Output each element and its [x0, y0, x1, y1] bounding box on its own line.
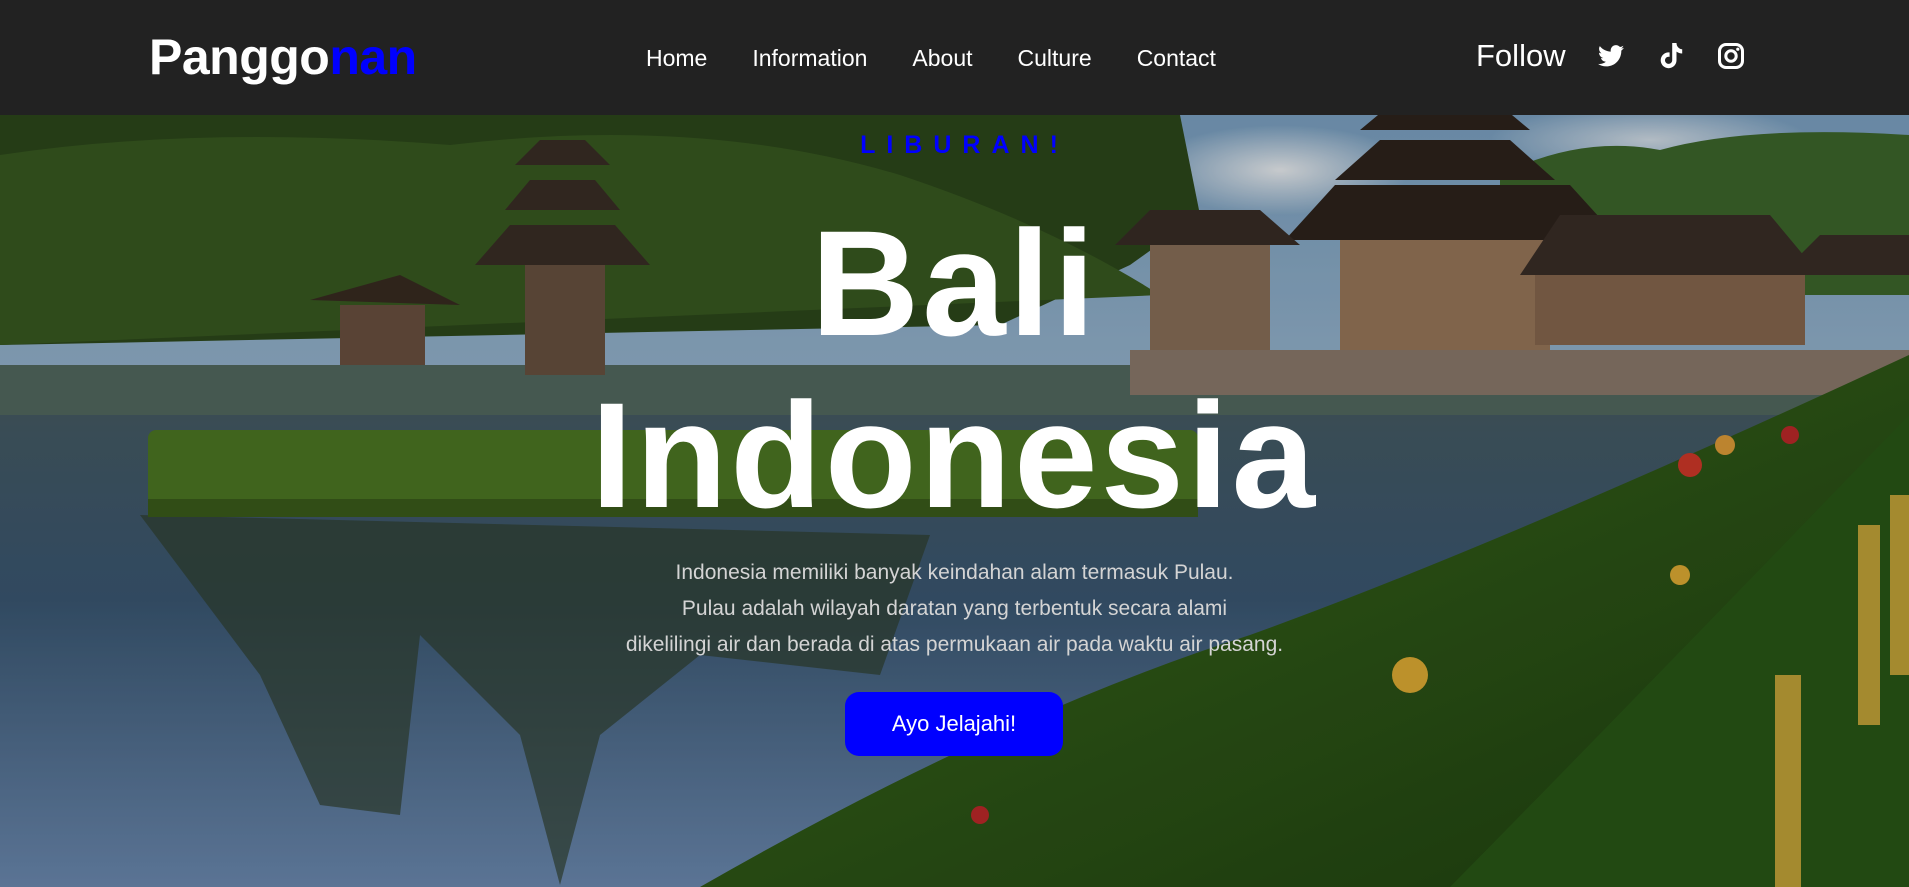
hero-description-line-3: dikelilingi air dan berada di atas permu… [625, 633, 1284, 656]
explore-button[interactable]: Ayo Jelajahi! [845, 692, 1063, 756]
nav-link-about[interactable]: About [912, 44, 972, 72]
twitter-icon[interactable] [1597, 42, 1625, 70]
nav-link-home[interactable]: Home [646, 44, 707, 72]
nav-link-information[interactable]: Information [752, 44, 867, 72]
hero-section: LIBURAN! Bali Indonesia Indonesia memili… [0, 115, 1909, 887]
nav-link-culture[interactable]: Culture [1018, 44, 1092, 72]
hero-eyebrow: LIBURAN! [860, 131, 1069, 159]
main-nav: Home Information About Culture Contact [646, 44, 1216, 72]
follow-label: Follow [1476, 38, 1566, 73]
nav-link-contact[interactable]: Contact [1137, 44, 1216, 72]
brand-name-accent: nan [329, 29, 417, 85]
hero-description: Indonesia memiliki banyak keindahan alam… [0, 555, 1909, 663]
tiktok-icon[interactable] [1657, 42, 1685, 70]
hero-content: LIBURAN! Bali Indonesia Indonesia memili… [0, 115, 1909, 887]
hero-title: Bali Indonesia [0, 197, 1909, 541]
navbar: Panggonan Home Information About Culture… [0, 0, 1909, 115]
hero-title-line-2: Indonesia [590, 371, 1319, 539]
brand-name-main: Panggo [149, 29, 330, 85]
hero-description-line-2: Pulau adalah wilayah daratan yang terben… [681, 597, 1228, 620]
hero-title-line-1: Bali [810, 199, 1099, 367]
instagram-icon[interactable] [1717, 42, 1745, 70]
social-follow: Follow [1476, 38, 1745, 74]
hero-description-line-1: Indonesia memiliki banyak keindahan alam… [675, 561, 1234, 584]
brand-logo[interactable]: Panggonan [149, 30, 417, 84]
